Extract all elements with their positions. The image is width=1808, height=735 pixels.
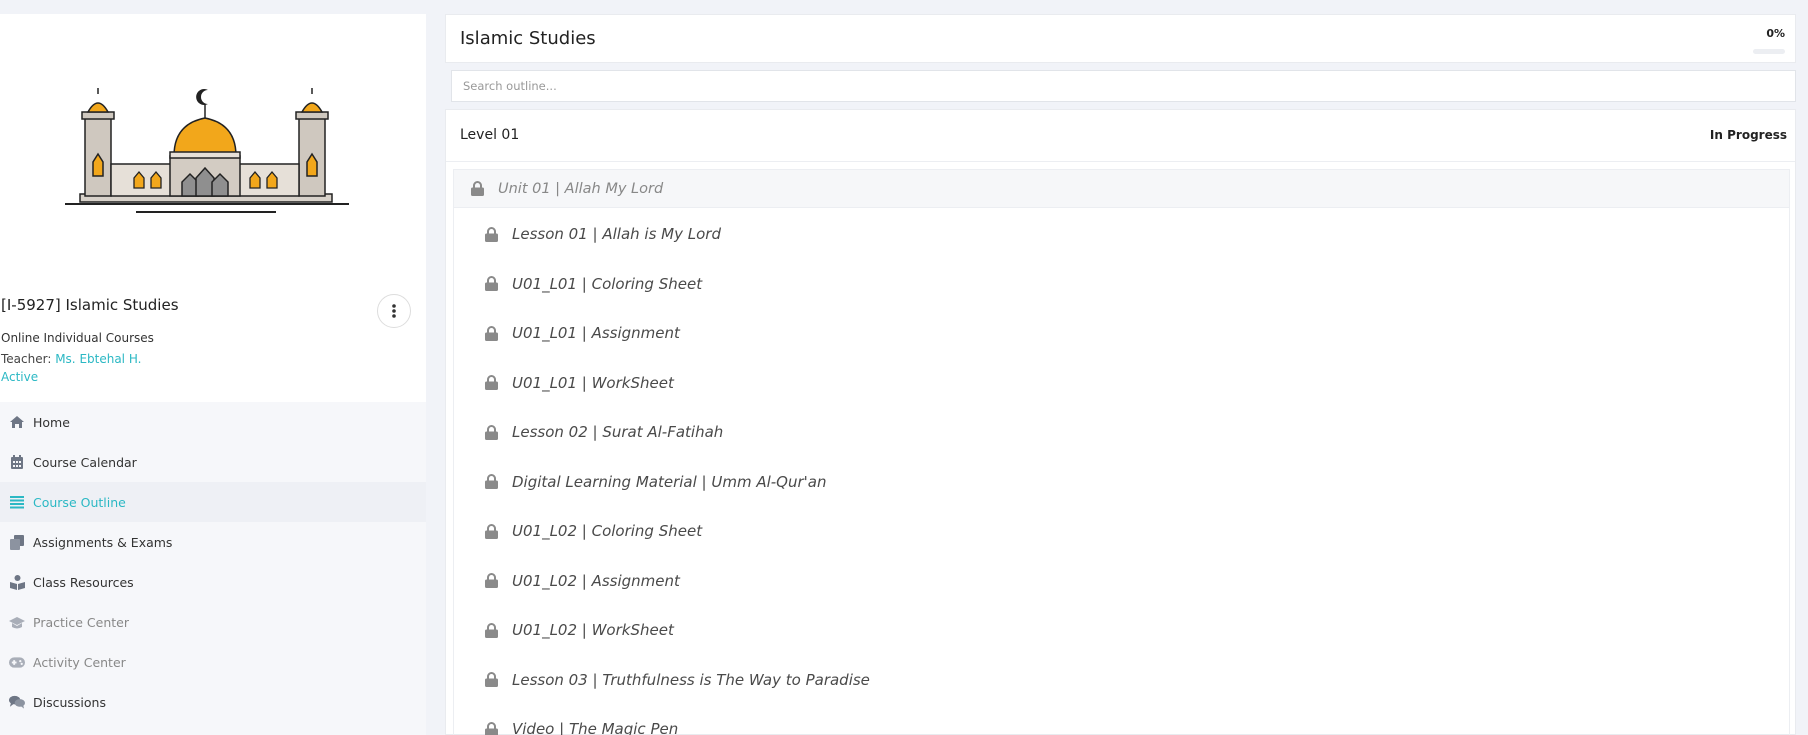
mosque-logo-icon (65, 88, 349, 213)
lesson-item[interactable]: U01_L02 | Coloring Sheet (454, 516, 1789, 546)
sidebar-item-label: Course Calendar (33, 454, 137, 470)
sidebar-item-course-outline[interactable]: Course Outline (0, 482, 426, 522)
lesson-title: U01_L02 | Coloring Sheet (512, 522, 703, 540)
lesson-item[interactable]: Lesson 02 | Surat Al-Fatihah (454, 417, 1789, 447)
sidebar-item-label: Course Outline (33, 494, 126, 510)
lesson-title: U01_L01 | Assignment (512, 324, 680, 342)
course-title: [I-5927] Islamic Studies (1, 296, 179, 314)
lesson-item[interactable]: Lesson 01 | Allah is My Lord (454, 219, 1789, 249)
page-title: Islamic Studies (460, 28, 596, 49)
sidebar-item-activity-center[interactable]: Activity Center (0, 642, 426, 682)
lock-icon (485, 424, 498, 440)
course-header: Islamic Studies 0% (445, 14, 1796, 63)
sidebar-item-practice-center[interactable]: Practice Center (0, 602, 426, 642)
unit-section: Unit 01 | Allah My Lord Lesson 01 | Alla… (453, 169, 1790, 735)
sidebar-item-home[interactable]: Home (0, 402, 426, 442)
lesson-title: U01_L02 | Assignment (512, 571, 680, 590)
lock-icon (485, 622, 498, 638)
course-type: Online Individual Courses (1, 331, 154, 345)
search-outline (451, 70, 1796, 102)
progress-bar (1753, 49, 1785, 54)
sidebar-item-label: Assignments & Exams (33, 534, 173, 550)
lesson-title: Digital Learning Material | Umm Al-Qur'a… (512, 472, 827, 491)
sidebar-item-class-resources[interactable]: Class Resources (0, 562, 426, 602)
list-icon (9, 494, 25, 510)
sidebar-nav: Home Course Calendar Course Outline Assi… (0, 402, 426, 735)
level-card: Level 01 In Progress Unit 01 | Allah My … (445, 109, 1796, 735)
sidebar-item-label: Practice Center (33, 614, 129, 630)
copy-icon (9, 534, 25, 550)
lock-icon (485, 573, 498, 588)
unit-header[interactable]: Unit 01 | Allah My Lord (454, 170, 1789, 208)
course-status: Active (1, 370, 39, 384)
lock-icon (485, 375, 498, 390)
lesson-title: U01_L01 | WorkSheet (512, 373, 674, 392)
lock-icon (471, 181, 484, 196)
sidebar-item-label: Class Resources (33, 574, 134, 590)
sidebar-item-course-calendar[interactable]: Course Calendar (0, 442, 426, 482)
lesson-title: Video | The Magic Pen (512, 720, 679, 735)
lesson-title: Lesson 03 | Truthfulness is The Way to P… (512, 670, 870, 689)
level-status-badge: In Progress (1709, 128, 1787, 142)
lock-icon (485, 325, 498, 341)
lesson-title: Lesson 02 | Surat Al-Fatihah (512, 423, 724, 441)
lock-icon (485, 226, 498, 242)
lesson-item[interactable]: U01_L01 | WorkSheet (454, 368, 1789, 398)
unit-title: Unit 01 | Allah My Lord (498, 180, 664, 197)
lesson-item[interactable]: Lesson 03 | Truthfulness is The Way to P… (454, 665, 1789, 695)
lesson-item[interactable]: U01_L01 | Assignment (454, 318, 1789, 348)
course-logo (0, 14, 426, 284)
lesson-item[interactable]: Video | The Magic Pen (454, 714, 1789, 735)
graduation-cap-icon (9, 614, 25, 630)
progress-percent: 0% (1766, 27, 1785, 40)
lesson-title: Lesson 01 | Allah is My Lord (512, 225, 721, 243)
lock-icon (485, 474, 498, 489)
lesson-item[interactable]: Digital Learning Material | Umm Al-Qur'a… (454, 467, 1789, 497)
sidebar-item-label: Activity Center (33, 654, 126, 670)
level-header[interactable]: Level 01 In Progress (446, 110, 1795, 162)
sidebar: [I-5927] Islamic Studies Online Individu… (0, 14, 426, 735)
teacher-info: Teacher: Ms. Ebtehal H. (1, 352, 141, 366)
sidebar-item-label: Discussions (33, 694, 106, 710)
more-options-button[interactable] (377, 294, 411, 328)
teacher-label: Teacher: (1, 352, 56, 366)
lock-icon (485, 672, 498, 687)
vertical-dots-icon (392, 304, 396, 318)
level-title: Level 01 (460, 127, 520, 143)
calendar-icon (9, 454, 25, 470)
lock-icon (485, 523, 498, 539)
lock-icon (485, 276, 498, 291)
comments-icon (9, 694, 25, 710)
lock-icon (485, 721, 498, 735)
book-reader-icon (9, 574, 25, 590)
sidebar-item-label: Home (33, 414, 70, 430)
home-icon (9, 414, 25, 430)
teacher-name-link[interactable]: Ms. Ebtehal H. (55, 352, 141, 366)
lesson-title: U01_L02 | WorkSheet (512, 621, 674, 639)
lesson-item[interactable]: U01_L01 | Coloring Sheet (454, 269, 1789, 299)
sidebar-item-discussions[interactable]: Discussions (0, 682, 426, 722)
lesson-item[interactable]: U01_L02 | Assignment (454, 566, 1789, 596)
lesson-title: U01_L01 | Coloring Sheet (512, 274, 703, 293)
lesson-item[interactable]: U01_L02 | WorkSheet (454, 615, 1789, 645)
gamepad-icon (9, 654, 25, 670)
sidebar-item-assignments-exams[interactable]: Assignments & Exams (0, 522, 426, 562)
search-input[interactable] (452, 71, 1795, 101)
